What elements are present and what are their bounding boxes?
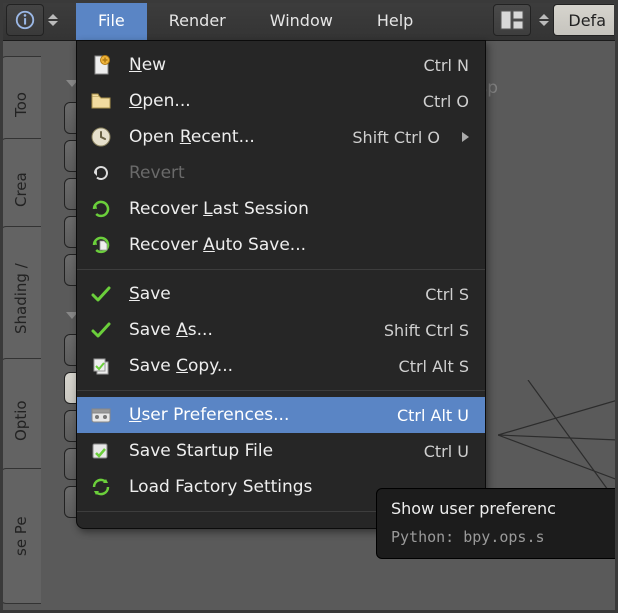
menu-shortcut: Ctrl N bbox=[423, 56, 469, 75]
editor-type-chevrons[interactable] bbox=[48, 14, 58, 26]
menu-shortcut: Ctrl Alt S bbox=[399, 357, 469, 376]
vtab-shading[interactable]: Shading / bbox=[0, 226, 41, 372]
preferences-icon bbox=[87, 401, 115, 429]
menu-item-label: Recover Auto Save... bbox=[129, 235, 469, 255]
save-copy-icon bbox=[87, 352, 115, 380]
menu-shortcut: Shift Ctrl S bbox=[384, 321, 469, 340]
menu-item-label: Recover Last Session bbox=[129, 199, 469, 219]
recover-auto-icon bbox=[87, 231, 115, 259]
menu-item-open[interactable]: Open... Ctrl O bbox=[77, 83, 485, 119]
menu-shortcut: Ctrl S bbox=[425, 285, 469, 304]
factory-icon bbox=[87, 473, 115, 501]
top-menu-bar: File Render Window Help Defa bbox=[0, 0, 618, 41]
menu-window[interactable]: Window bbox=[248, 0, 355, 40]
menu-help[interactable]: Help bbox=[355, 0, 435, 40]
screen-layout-selector[interactable]: Defa bbox=[553, 4, 614, 36]
menu-shortcut: Ctrl O bbox=[423, 92, 469, 111]
menu-item-recover-auto-save[interactable]: Recover Auto Save... bbox=[77, 227, 485, 263]
menu-item-label: User Preferences... bbox=[129, 405, 383, 425]
vtab-grease-pencil[interactable]: se Pe bbox=[0, 468, 41, 604]
menu-item-label: New bbox=[129, 55, 409, 75]
menu-item-new[interactable]: New Ctrl N bbox=[77, 47, 485, 83]
menu-item-label: Save bbox=[129, 284, 411, 304]
menu-render[interactable]: Render bbox=[147, 0, 248, 40]
menu-shortcut: Ctrl Alt U bbox=[397, 406, 469, 425]
save-startup-icon bbox=[87, 437, 115, 465]
recent-icon bbox=[87, 123, 115, 151]
open-folder-icon bbox=[87, 87, 115, 115]
chevron-right-icon bbox=[462, 132, 469, 142]
menu-item-save-copy[interactable]: Save Copy... Ctrl Alt S bbox=[77, 348, 485, 384]
revert-icon bbox=[87, 159, 115, 187]
screen-layout-button[interactable] bbox=[493, 4, 531, 36]
menu-item-save-startup-file[interactable]: Save Startup File Ctrl U bbox=[77, 433, 485, 469]
menu-item-revert: Revert bbox=[77, 155, 485, 191]
menu-labels: File Render Window Help bbox=[76, 0, 435, 40]
menu-separator bbox=[77, 269, 485, 270]
menu-item-save-as[interactable]: Save As... Shift Ctrl S bbox=[77, 312, 485, 348]
info-icon bbox=[14, 9, 36, 31]
file-menu-dropdown: New Ctrl N Open... Ctrl O Open Recent... Shif… bbox=[76, 40, 486, 529]
tool-vertical-tabs: Too Crea Shading / Optio se Pe bbox=[0, 40, 48, 613]
menu-item-user-preferences[interactable]: User Preferences... Ctrl Alt U bbox=[77, 397, 485, 433]
menu-item-label: Revert bbox=[129, 163, 469, 183]
menu-item-label: Save Startup File bbox=[129, 441, 410, 461]
menu-separator bbox=[77, 390, 485, 391]
check-icon bbox=[87, 316, 115, 344]
vtab-options[interactable]: Optio bbox=[0, 358, 41, 484]
menu-item-open-recent[interactable]: Open Recent... Shift Ctrl O bbox=[77, 119, 485, 155]
tooltip-text: Show user preferenc bbox=[391, 499, 611, 518]
tooltip: Show user preferenc Python: bpy.ops.s bbox=[376, 488, 618, 559]
menu-item-label: Save Copy... bbox=[129, 356, 385, 376]
layout-icon bbox=[500, 10, 524, 30]
viewport-wireframe bbox=[498, 380, 618, 490]
menu-item-label: Open Recent... bbox=[129, 127, 338, 147]
recover-last-icon bbox=[87, 195, 115, 223]
topbar-right: Defa bbox=[493, 4, 618, 36]
check-icon bbox=[87, 280, 115, 308]
menu-shortcut: Shift Ctrl O bbox=[352, 128, 440, 147]
menu-item-recover-last-session[interactable]: Recover Last Session bbox=[77, 191, 485, 227]
new-file-icon bbox=[87, 51, 115, 79]
tooltip-python: Python: bpy.ops.s bbox=[391, 528, 611, 546]
menu-item-label: Open... bbox=[129, 91, 409, 111]
menu-item-label: Save As... bbox=[129, 320, 370, 340]
layout-chevrons[interactable] bbox=[539, 14, 549, 26]
menu-shortcut: Ctrl U bbox=[424, 442, 469, 461]
menu-item-save[interactable]: Save Ctrl S bbox=[77, 276, 485, 312]
info-editor-button[interactable] bbox=[6, 4, 44, 36]
menu-file[interactable]: File bbox=[76, 0, 147, 40]
